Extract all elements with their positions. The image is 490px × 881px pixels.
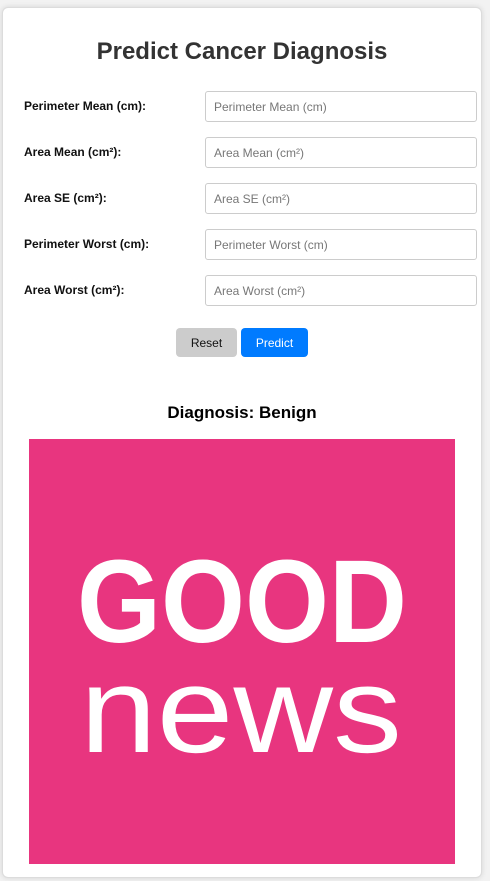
news-text: news	[80, 642, 402, 778]
reset-button[interactable]: Reset	[176, 328, 237, 357]
perimeter-mean-input[interactable]	[205, 91, 477, 122]
perimeter-worst-input[interactable]	[205, 229, 477, 260]
field-perimeter-mean: Perimeter Mean (cm):	[24, 91, 478, 123]
perimeter-mean-label: Perimeter Mean (cm):	[24, 99, 147, 113]
area-mean-label: Area Mean (cm²):	[24, 145, 122, 159]
area-se-input[interactable]	[205, 183, 477, 214]
field-area-se: Area SE (cm²):	[24, 183, 478, 215]
area-worst-input[interactable]	[205, 275, 477, 306]
good-news-image: GOOD news	[29, 439, 455, 864]
area-worst-label: Area Worst (cm²):	[24, 283, 125, 297]
field-perimeter-worst: Perimeter Worst (cm):	[24, 229, 478, 261]
page-title: Predict Cancer Diagnosis	[96, 38, 388, 65]
area-se-label: Area SE (cm²):	[24, 191, 107, 205]
predict-button[interactable]: Predict	[241, 328, 308, 357]
field-area-worst: Area Worst (cm²):	[24, 275, 478, 307]
field-area-mean: Area Mean (cm²):	[24, 137, 478, 169]
area-mean-input[interactable]	[205, 137, 477, 168]
diagnosis-result: Diagnosis: Benign	[167, 403, 317, 422]
perimeter-worst-label: Perimeter Worst (cm):	[24, 237, 150, 251]
